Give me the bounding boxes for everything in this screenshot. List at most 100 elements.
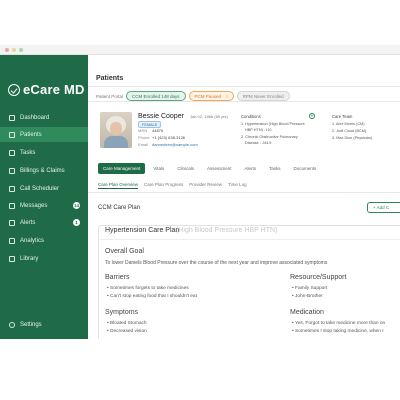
main-tabs: Care Management Vitals Clinicals Assessm… [98,163,321,174]
pcm-status-pill[interactable]: PCM Paused ! [188,91,234,101]
sidebar-item-label: Analytics [20,237,45,244]
tab-assessment[interactable]: Assessment [202,163,237,174]
book-icon [9,255,15,262]
people-icon [9,131,15,138]
medication-title: Medication [290,309,324,316]
mail-icon [9,202,15,209]
overall-goal-title: Overall Goal [105,248,144,255]
app-name: eCare MD [23,82,85,97]
sidebar-item-call-scheduler[interactable]: Call Scheduler [0,181,88,196]
sidebar: eCare MD Dashboard Patients Tasks Billin… [0,55,88,339]
symptoms-title: Symptoms [105,309,139,316]
phone-value[interactable]: +1 (423) 638-3126 [152,135,185,140]
subtab-time-log[interactable]: Time Log [228,182,247,189]
subtab-provider-review[interactable]: Provider Review [189,182,222,189]
close-window-icon[interactable] [5,48,9,52]
sidebar-item-label: Library [20,255,39,262]
sidebar-item-label: Billings & Claims [20,167,65,174]
medication-item: • Yes, Forgot to take medicine more than… [292,321,386,326]
messages-badge: 14 [73,202,80,209]
symptom-item: • Decreased vision [107,329,147,334]
condition-line: 2. Chronic Obstructive Pulmonary [241,135,298,139]
sidebar-item-label: Call Scheduler [20,185,60,192]
pcm-warning-icon: ! [226,93,228,99]
app-logo[interactable]: eCare MD [8,82,85,97]
checklist-icon [9,149,15,156]
patient-dob: Jan 02, 1956 (69 yrs) [190,114,228,119]
patient-portal-row: Patient Portal CCM Enrolled 148 days PCM… [96,91,290,101]
pcm-status-label: PCM Paused [194,93,222,99]
window-titlebar [0,45,400,55]
subtab-care-plan-progress[interactable]: Care Plan Progress [144,182,183,189]
resource-item: • Family Support [292,286,328,291]
barrier-item: • Sometimes forgets to take medicines [107,286,189,291]
phone-row: Phone +1 (423) 638-3126 [138,135,185,140]
sidebar-item-library[interactable]: Library [0,251,88,266]
patient-photo [100,112,132,148]
conditions-title: Conditions [241,114,261,119]
bell-icon [9,219,15,226]
email-row: Email dannedeen@sample.com [138,142,198,147]
sidebar-item-patients[interactable]: Patients [0,127,88,142]
sub-tabs: Care Plan Overview Care Plan Progress Pr… [98,182,247,189]
tab-tasks[interactable]: Tasks [264,163,286,174]
subtab-divider [88,192,400,193]
grid-icon [9,114,15,121]
sidebar-item-alerts[interactable]: Alerts 1 [0,215,88,230]
sidebar-item-dashboard[interactable]: Dashboard [0,110,88,125]
portal-divider [88,101,400,102]
alerts-badge: 1 [73,219,80,226]
care-team-title: Care Team [332,114,353,119]
phone-icon [9,185,15,192]
condition-line: 1. Hypertension (High Blood Pressure [241,122,305,126]
sidebar-item-billings[interactable]: Billings & Claims [0,163,88,178]
add-care-plan-button[interactable]: + Add C [367,202,400,213]
sidebar-item-label: Tasks [20,149,36,156]
sidebar-item-label: Messages [20,202,48,209]
tab-documents[interactable]: Documents [289,163,322,174]
care-team-member: 3. Max Dion (Physician) [332,136,373,140]
patient-portal-label: Patient Portal [96,93,124,99]
sidebar-item-label: Patients [20,131,42,138]
chart-icon [9,237,15,244]
subtab-care-plan-overview[interactable]: Care Plan Overview [98,182,139,189]
symptom-item: • Bloated Stomach [107,321,147,326]
ccm-status-pill[interactable]: CCM Enrolled 148 days [126,91,186,101]
tab-vitals[interactable]: Vitals [148,163,169,174]
sidebar-item-label: Alerts [20,219,36,226]
card-divider [100,239,400,240]
maximize-window-icon[interactable] [19,48,23,52]
mrn-label: MRN [138,128,148,133]
tab-alerts[interactable]: Alerts [240,163,262,174]
minimize-window-icon[interactable] [12,48,16,52]
barriers-title: Barriers [105,274,130,281]
care-plan-title: Hypertension Care Plan [105,227,180,234]
condition-line: HBP HTN) - I10 [245,128,272,132]
tab-clinicals[interactable]: Clinicals [172,163,199,174]
sidebar-item-label: Settings [20,321,42,328]
tab-care-management[interactable]: Care Management [98,163,146,174]
sidebar-item-analytics[interactable]: Analytics [0,233,88,248]
add-condition-button[interactable]: + [309,113,315,119]
phone-label: Phone [138,135,150,140]
ccm-care-plan-title: CCM Care Plan [98,205,141,211]
mrn-value: 44875 [152,128,164,133]
dollar-icon [9,167,15,174]
main-content: Patients Patient Portal CCM Enrolled 148… [88,55,400,339]
header-divider [88,86,400,87]
rpm-status-pill[interactable]: RPM Never Enrolled [236,91,290,101]
condition-line: Disease - J44.9 [245,141,272,145]
care-plan-subtitle: (High Blood Pressure HBP HTN) [176,227,278,234]
medication-item: • Sometimes I stop taking medicine, when… [292,329,384,334]
sidebar-item-settings[interactable]: Settings [0,317,88,332]
overall-goal-text: To lower Daniels Blood Pressure over the… [105,260,328,266]
sidebar-item-label: Dashboard [20,114,50,121]
resource-item: • John-Brother [292,294,323,299]
care-team-member: 1. Alex Morris (CM) [332,122,365,126]
ecare-logo-icon [8,83,20,96]
email-label: Email [138,142,149,147]
care-team-member: 2. Jodi Cloud (BCM) [332,129,367,133]
email-link[interactable]: dannedeen@sample.com [152,142,198,147]
sidebar-item-tasks[interactable]: Tasks [0,145,88,160]
sidebar-item-messages[interactable]: Messages 14 [0,198,88,213]
